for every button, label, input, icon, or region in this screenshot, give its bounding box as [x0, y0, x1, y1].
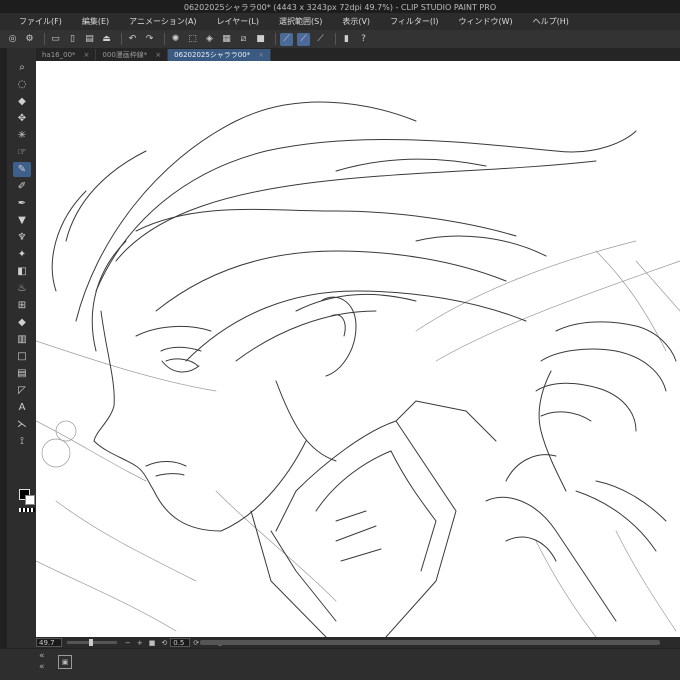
zoom-in-button[interactable]: +: [137, 639, 143, 647]
stabilizer-icon[interactable]: ⟋: [280, 32, 293, 46]
device-icon[interactable]: ▮: [340, 33, 353, 46]
open-file-icon[interactable]: ▯: [66, 33, 79, 46]
separator: [44, 33, 45, 45]
auto-select-icon[interactable]: ✳: [13, 128, 31, 143]
rotation-field[interactable]: 0.5: [170, 638, 191, 647]
rotate-left-button[interactable]: ⟲: [161, 639, 167, 647]
command-bar: ◎ ⚙ ▭ ▯ ▤ ⏏ ↶ ↷ ✺ ⬚ ◈ ▦ ⧄ ■ ⟋ ⟋ ⟋ ▮ ?: [0, 30, 680, 48]
zoom-out-button[interactable]: −: [125, 639, 131, 647]
blend-icon[interactable]: ♨: [13, 281, 31, 296]
tab-label: 06202025シャララ00*: [174, 51, 251, 59]
hand-icon[interactable]: ☞: [13, 145, 31, 160]
tab-manga-frame[interactable]: 000漫画枠線* ×: [96, 49, 169, 61]
frame-icon[interactable]: ▤: [13, 366, 31, 381]
tool-palette: ⌕ ◌ ◆ ✥ ✳ ☞ ✎ ✐ ✒ ▼ ♆ ✦ ◧ ♨ ⊞ ◆ ▥ □ ▤ ◸ …: [7, 48, 36, 648]
gradient-icon[interactable]: ▥: [13, 332, 31, 347]
bottom-panel: «« ▣: [0, 648, 680, 680]
move-icon[interactable]: ◌: [13, 77, 31, 92]
correct-line-icon[interactable]: ⟟: [13, 434, 31, 449]
collapse-arrows[interactable]: ««: [39, 651, 45, 673]
snap-icon[interactable]: ⟋: [297, 32, 310, 46]
tab-ha16[interactable]: ha16_00* ×: [36, 49, 97, 61]
window-title: 06202025シャララ00* (4443 x 3243px 72dpi 49.…: [183, 3, 497, 12]
fill-bucket-icon[interactable]: ◈: [203, 33, 216, 46]
figure-icon[interactable]: □: [13, 349, 31, 364]
menu-filter[interactable]: フィルター(I): [390, 16, 438, 27]
mesh-icon[interactable]: ⊞: [13, 298, 31, 313]
close-icon[interactable]: ×: [155, 51, 161, 59]
menu-bar: ファイル(F) 編集(E) アニメーション(A) レイヤー(L) 選択範囲(S)…: [0, 13, 680, 30]
crop-icon[interactable]: ⬚: [186, 33, 199, 46]
help-icon[interactable]: ?: [357, 33, 370, 46]
separator: [335, 33, 336, 45]
menu-selection[interactable]: 選択範囲(S): [279, 16, 322, 27]
menu-view[interactable]: 表示(V): [342, 16, 370, 27]
tab-label: 000漫画枠線*: [102, 51, 148, 59]
ruler-icon[interactable]: ◸: [13, 383, 31, 398]
menu-edit[interactable]: 編集(E): [82, 16, 109, 27]
grid-icon[interactable]: ▦: [220, 33, 233, 46]
separator: [164, 33, 165, 45]
menu-animation[interactable]: アニメーション(A): [129, 16, 196, 27]
new-file-icon[interactable]: ▭: [49, 33, 62, 46]
menu-window[interactable]: ウィンドウ(W): [459, 16, 513, 27]
sparkle-icon[interactable]: ✦: [13, 247, 31, 262]
drawing-canvas[interactable]: [36, 61, 680, 637]
separator: [121, 33, 122, 45]
pencil-icon[interactable]: ✐: [13, 179, 31, 194]
rotate-reset-button[interactable]: ⟳: [193, 639, 199, 647]
separator: [275, 33, 276, 45]
document-tabs: ha16_00* × 000漫画枠線* × 06202025シャララ00* ×: [36, 48, 680, 61]
text-icon[interactable]: A: [13, 400, 31, 415]
status-bar: 49.7 − + ■ ⟲ 0.5 ⟳ ⇋ ◉: [36, 637, 680, 648]
tab-label: ha16_00*: [42, 51, 76, 59]
fit-button[interactable]: ■: [149, 639, 156, 647]
horizontal-scrollbar[interactable]: [200, 640, 660, 645]
brush-icon[interactable]: ✒: [13, 196, 31, 211]
sketch-artwork: [36, 101, 680, 637]
airbrush-icon[interactable]: ▼: [13, 213, 31, 228]
transparent-color-swatch[interactable]: [19, 508, 35, 512]
zoom-field[interactable]: 49.7: [36, 638, 62, 647]
navigator-icon[interactable]: ▣: [58, 655, 72, 669]
title-bar: 06202025シャララ00* (4443 x 3243px 72dpi 49.…: [0, 0, 680, 13]
save-icon[interactable]: ▤: [83, 33, 96, 46]
eraser-icon[interactable]: ◧: [13, 264, 31, 279]
pen-icon[interactable]: ✎: [13, 162, 31, 177]
loading-icon[interactable]: ✺: [169, 33, 182, 46]
zoom-slider[interactable]: [67, 639, 117, 646]
tab-current[interactable]: 06202025シャララ00* ×: [168, 49, 272, 61]
decoration-icon[interactable]: ♆: [13, 230, 31, 245]
menu-layer[interactable]: レイヤー(L): [217, 16, 259, 27]
close-icon[interactable]: ×: [258, 51, 264, 59]
selection-icon[interactable]: ◆: [13, 94, 31, 109]
transform-icon[interactable]: ⧄: [237, 33, 250, 46]
balloon-icon[interactable]: ⋋: [13, 417, 31, 432]
gear-icon[interactable]: ⚙: [23, 33, 36, 46]
undo-icon[interactable]: ↶: [126, 33, 139, 46]
menu-file[interactable]: ファイル(F): [19, 16, 62, 27]
slider-knob[interactable]: [89, 639, 93, 646]
ruler-snap-icon[interactable]: ⟋: [314, 33, 327, 46]
zoom-icon[interactable]: ⌕: [13, 60, 31, 75]
fill-icon[interactable]: ◆: [13, 315, 31, 330]
left-dock-strip: [0, 48, 7, 680]
export-icon[interactable]: ⏏: [100, 33, 113, 46]
sub-color-swatch[interactable]: [25, 495, 35, 505]
close-icon[interactable]: ×: [84, 51, 90, 59]
app-icon[interactable]: ◎: [6, 33, 19, 46]
object-icon[interactable]: ✥: [13, 111, 31, 126]
menu-help[interactable]: ヘルプ(H): [533, 16, 569, 27]
square-icon[interactable]: ■: [254, 33, 267, 46]
redo-icon[interactable]: ↷: [143, 33, 156, 46]
